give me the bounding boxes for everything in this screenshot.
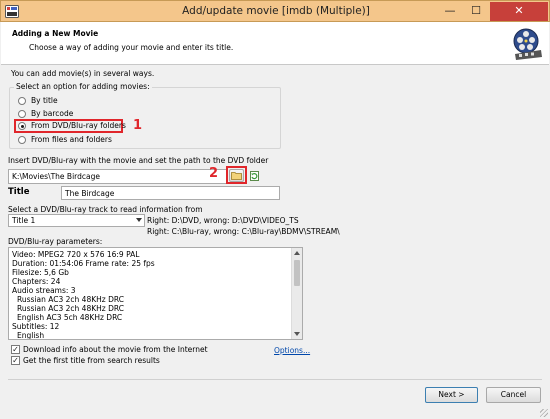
intro-text: You can add movie(s) in several ways. (11, 69, 155, 78)
download-info-checkbox[interactable]: ✓ (11, 345, 20, 354)
scroll-thumb[interactable] (294, 260, 300, 286)
hint-dvd: Right: D:\DVD, wrong: D:\DVD\VIDEO_TS (147, 216, 299, 225)
params-line: Video: MPEG2 720 x 576 16:9 PAL (12, 250, 140, 259)
track-select[interactable]: Title 1 (8, 214, 145, 227)
radio-label-by-barcode[interactable]: By barcode (31, 109, 73, 118)
scroll-down-icon[interactable] (294, 332, 300, 336)
page-subtitle: Choose a way of adding your movie and en… (29, 43, 234, 52)
resize-grip[interactable] (540, 409, 548, 417)
params-line: English AC3 5ch 48KHz DRC (17, 313, 123, 322)
page-title: Adding a New Movie (12, 29, 99, 38)
download-info-label[interactable]: Download info about the movie from the I… (23, 345, 208, 354)
title-label: Title (8, 187, 30, 197)
params-memo[interactable]: Video: MPEG2 720 x 576 16:9 PAL Duration… (8, 247, 303, 340)
radio-by-barcode[interactable] (18, 110, 26, 118)
params-line: Chapters: 24 (12, 277, 61, 286)
radio-by-title[interactable] (18, 97, 26, 105)
close-button[interactable]: ✕ (490, 2, 548, 21)
radio-from-files[interactable] (18, 136, 26, 144)
params-line: Filesize: 5,6 Gb (12, 268, 69, 277)
footer-divider (8, 379, 542, 380)
path-label: Insert DVD/Blu-ray with the movie and se… (8, 156, 269, 165)
cancel-button[interactable]: Cancel (486, 387, 541, 403)
maximize-button[interactable]: ☐ (463, 2, 489, 21)
params-line: Subtitles: 12 (12, 322, 60, 331)
hint-bluray: Right: C:\Blu-ray, wrong: C:\Blu-ray\BDM… (147, 227, 340, 236)
params-line: Duration: 01:54:06 Frame rate: 25 fps (12, 259, 155, 268)
track-select-value: Title 1 (12, 216, 36, 225)
params-line: Audio streams: 3 (12, 286, 76, 295)
params-label: DVD/Blu-ray parameters: (8, 237, 103, 246)
folder-icon (231, 172, 242, 180)
film-reel-icon (513, 28, 542, 60)
browse-folder-button[interactable] (229, 169, 244, 182)
track-label: Select a DVD/Blu-ray track to read infor… (8, 205, 203, 214)
refresh-icon[interactable] (250, 171, 259, 181)
radio-label-from-files[interactable]: From files and folders (31, 135, 112, 144)
next-button[interactable]: Next > (425, 387, 478, 403)
wizard-header: Adding a New Movie Choose a way of addin… (1, 22, 549, 65)
radio-label-by-title[interactable]: By title (31, 96, 58, 105)
radio-label-from-dvd-bluray[interactable]: From DVD/Blu-ray folders (31, 121, 126, 130)
title-input[interactable]: The Birdcage (61, 186, 280, 200)
params-line: English (17, 331, 45, 340)
title-bar: Add/update movie [imdb (Multiple)] — ☐ ✕ (0, 0, 550, 22)
annotation-marker-1: 1 (133, 118, 143, 133)
params-list: Video: MPEG2 720 x 576 16:9 PAL Duration… (9, 248, 302, 340)
scroll-up-icon[interactable] (294, 251, 300, 255)
params-line: Russian AC3 2ch 48KHz DRC (17, 304, 124, 313)
params-line: Russian AC3 2ch 48KHz DRC (17, 295, 124, 304)
first-title-checkbox[interactable]: ✓ (11, 356, 20, 365)
radio-from-dvd-bluray[interactable] (18, 122, 26, 130)
annotation-marker-2: 2 (209, 166, 219, 181)
dvd-path-input[interactable]: K:\Movies\The Birdcage (8, 169, 227, 184)
chevron-down-icon (136, 218, 142, 222)
options-link[interactable]: Options... (274, 346, 310, 355)
options-group-title: Select an option for adding movies: (14, 82, 152, 91)
minimize-button[interactable]: — (437, 2, 463, 21)
first-title-label[interactable]: Get the first title from search results (23, 356, 160, 365)
params-scrollbar[interactable] (291, 248, 302, 339)
